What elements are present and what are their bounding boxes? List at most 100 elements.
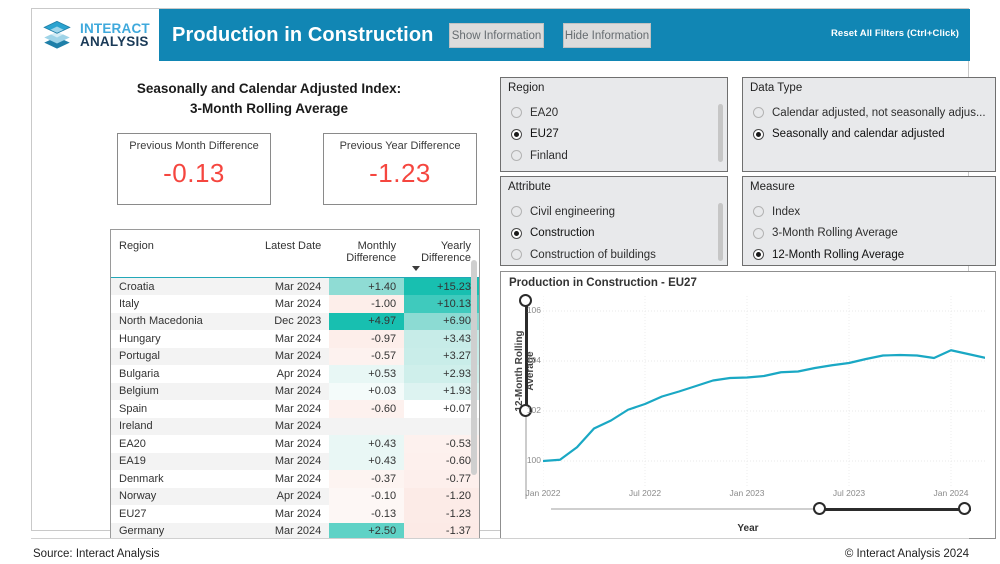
filter-option-measure[interactable]: 3-Month Rolling Average bbox=[753, 223, 981, 245]
radio-selected-icon[interactable] bbox=[753, 249, 764, 260]
filter-panel-measure[interactable]: Measure Index3-Month Rolling Average12-M… bbox=[742, 176, 996, 266]
table-row[interactable]: GermanyMar 2024+2.50-1.37 bbox=[111, 523, 479, 540]
line-chart-card: Production in Construction - EU27 12-Mon… bbox=[500, 271, 996, 539]
table-row[interactable]: EA19Mar 2024+0.43-0.60 bbox=[111, 453, 479, 471]
table-row[interactable]: North MacedoniaDec 2023+4.97+6.90 bbox=[111, 313, 479, 331]
filter-option-label: EA20 bbox=[530, 107, 558, 119]
cell-monthly-difference: -0.60 bbox=[329, 400, 404, 418]
filter-panel-data-type[interactable]: Data Type Calendar adjusted, not seasona… bbox=[742, 77, 996, 172]
footer-source: Source: Interact Analysis bbox=[33, 548, 160, 560]
filter-panel-attribute[interactable]: Attribute Civil engineeringConstructionC… bbox=[500, 176, 728, 266]
filter-options-data-type: Calendar adjusted, not seasonally adjus.… bbox=[753, 102, 981, 145]
hide-information-button[interactable]: Hide Information bbox=[563, 23, 651, 48]
filter-option-data-type[interactable]: Seasonally and calendar adjusted bbox=[753, 124, 981, 146]
table-row[interactable]: BulgariaApr 2024+0.53+2.93 bbox=[111, 365, 479, 383]
report-frame: INTERACT ANALYSIS Production in Construc… bbox=[31, 8, 969, 531]
cell-monthly-difference: -0.13 bbox=[329, 505, 404, 523]
cell-latest-date: Mar 2024 bbox=[252, 505, 329, 523]
table-scrollbar-thumb[interactable] bbox=[471, 260, 477, 475]
cell-region: Bulgaria bbox=[111, 365, 252, 383]
left-section-title: Seasonally and Calendar Adjusted Index: … bbox=[84, 79, 454, 118]
table-row[interactable]: HungaryMar 2024-0.97+3.43 bbox=[111, 330, 479, 348]
filter-option-label: Seasonally and calendar adjusted bbox=[772, 128, 945, 140]
table-scrollbar[interactable] bbox=[471, 260, 477, 535]
table-row[interactable]: IrelandMar 2024 bbox=[111, 418, 479, 436]
column-header-monthly-difference[interactable]: Monthly Difference bbox=[329, 230, 404, 278]
table-row[interactable]: DenmarkMar 2024-0.37-0.77 bbox=[111, 470, 479, 488]
table-row[interactable]: SpainMar 2024-0.60+0.07 bbox=[111, 400, 479, 418]
kpi-label: Previous Month Difference bbox=[118, 140, 270, 152]
filter-scrollbar-region[interactable] bbox=[718, 104, 723, 162]
filter-options-measure: Index 3-Month Rolling Average 12-Month Rol… bbox=[753, 201, 981, 266]
column-header-region[interactable]: Region bbox=[111, 230, 252, 278]
filter-option-measure[interactable]: 12-Month Rolling Average bbox=[753, 244, 981, 266]
radio-unselected-icon[interactable] bbox=[753, 228, 764, 239]
column-header-yearly-difference[interactable]: Yearly Difference bbox=[404, 230, 479, 278]
filter-option-attribute[interactable]: Civil engineering bbox=[511, 201, 713, 223]
cell-yearly-difference: +3.43 bbox=[404, 330, 479, 348]
chart-x-tick-label: Jul 2022 bbox=[629, 488, 661, 498]
chart-x-tick-label: Jan 2024 bbox=[934, 488, 969, 498]
radio-unselected-icon[interactable] bbox=[753, 206, 764, 217]
left-title-line-2: 3-Month Rolling Average bbox=[84, 99, 454, 119]
radio-unselected-icon[interactable] bbox=[753, 107, 764, 118]
chart-line-svg bbox=[543, 296, 985, 486]
radio-unselected-icon[interactable] bbox=[511, 206, 522, 217]
table-row[interactable]: BelgiumMar 2024+0.03+1.93 bbox=[111, 383, 479, 401]
filter-scrollbar-attribute[interactable] bbox=[718, 203, 723, 261]
header-bar: INTERACT ANALYSIS Production in Construc… bbox=[32, 9, 970, 61]
filter-title-region: Region bbox=[508, 82, 544, 94]
chart-y-tick-label: 104 bbox=[519, 355, 541, 365]
x-axis-range-slider[interactable] bbox=[551, 502, 971, 516]
filter-panel-region[interactable]: Region EA20 EU27Finland bbox=[500, 77, 728, 172]
region-difference-table[interactable]: Region Latest Date Monthly Difference Ye… bbox=[110, 229, 480, 539]
filter-option-attribute[interactable]: Construction of buildings bbox=[511, 244, 713, 266]
y-axis-range-slider[interactable] bbox=[519, 294, 533, 499]
filter-options-region: EA20 EU27Finland bbox=[511, 102, 713, 167]
radio-selected-icon[interactable] bbox=[753, 129, 764, 140]
radio-selected-icon[interactable] bbox=[511, 228, 522, 239]
cell-yearly-difference: -0.60 bbox=[404, 453, 479, 471]
x-slider-min-handle[interactable] bbox=[813, 502, 826, 515]
column-header-latest-date[interactable]: Latest Date bbox=[252, 230, 329, 278]
cell-monthly-difference: -0.10 bbox=[329, 488, 404, 506]
cell-region: Portugal bbox=[111, 348, 252, 366]
filter-option-region[interactable]: EA20 bbox=[511, 102, 713, 124]
table-row[interactable]: EA20Mar 2024+0.43-0.53 bbox=[111, 435, 479, 453]
radio-unselected-icon[interactable] bbox=[511, 107, 522, 118]
show-information-button[interactable]: Show Information bbox=[449, 23, 544, 48]
cell-latest-date: Apr 2024 bbox=[252, 488, 329, 506]
cell-region: Ireland bbox=[111, 418, 252, 436]
cell-region: Belgium bbox=[111, 383, 252, 401]
filter-option-measure[interactable]: Index bbox=[753, 201, 981, 223]
reset-all-filters-button[interactable]: Reset All Filters (Ctrl+Click) bbox=[831, 28, 959, 39]
table-row[interactable]: CroatiaMar 2024+1.40+15.23 bbox=[111, 278, 479, 296]
chart-x-tick-label: Jan 2023 bbox=[730, 488, 765, 498]
cell-yearly-difference: -1.23 bbox=[404, 505, 479, 523]
radio-unselected-icon[interactable] bbox=[511, 150, 522, 161]
filter-option-region[interactable]: Finland bbox=[511, 145, 713, 167]
cell-region: Denmark bbox=[111, 470, 252, 488]
table-row[interactable]: PortugalMar 2024-0.57+3.27 bbox=[111, 348, 479, 366]
radio-selected-icon[interactable] bbox=[511, 129, 522, 140]
filter-option-attribute[interactable]: Construction bbox=[511, 223, 713, 245]
table-row[interactable]: ItalyMar 2024-1.00+10.13 bbox=[111, 295, 479, 313]
cell-region: Germany bbox=[111, 523, 252, 540]
table-row[interactable]: EU27Mar 2024-0.13-1.23 bbox=[111, 505, 479, 523]
chart-y-tick-label: 106 bbox=[519, 305, 541, 315]
filter-option-label: Construction of buildings bbox=[530, 249, 656, 261]
radio-unselected-icon[interactable] bbox=[511, 249, 522, 260]
cell-latest-date: Dec 2023 bbox=[252, 313, 329, 331]
cell-region: Norway bbox=[111, 488, 252, 506]
filter-option-label: 3-Month Rolling Average bbox=[772, 227, 898, 239]
x-slider-max-handle[interactable] bbox=[958, 502, 971, 515]
kpi-value: -1.23 bbox=[324, 158, 476, 189]
cell-yearly-difference bbox=[404, 418, 479, 436]
cell-yearly-difference: +2.93 bbox=[404, 365, 479, 383]
table-row[interactable]: NorwayApr 2024-0.10-1.20 bbox=[111, 488, 479, 506]
filter-option-label: Index bbox=[772, 206, 800, 218]
filter-option-region[interactable]: EU27 bbox=[511, 124, 713, 146]
filter-option-data-type[interactable]: Calendar adjusted, not seasonally adjus.… bbox=[753, 102, 981, 124]
sort-descending-icon bbox=[412, 266, 420, 271]
footer-copyright: © Interact Analysis 2024 bbox=[845, 548, 969, 560]
